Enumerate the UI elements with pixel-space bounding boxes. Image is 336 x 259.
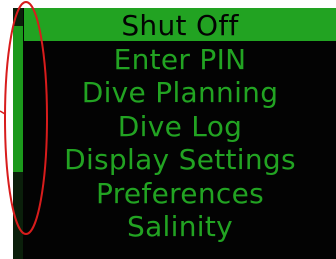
scrollbar-highlight-ellipse [4, 1, 48, 235]
annotation-overlay [0, 1, 48, 235]
